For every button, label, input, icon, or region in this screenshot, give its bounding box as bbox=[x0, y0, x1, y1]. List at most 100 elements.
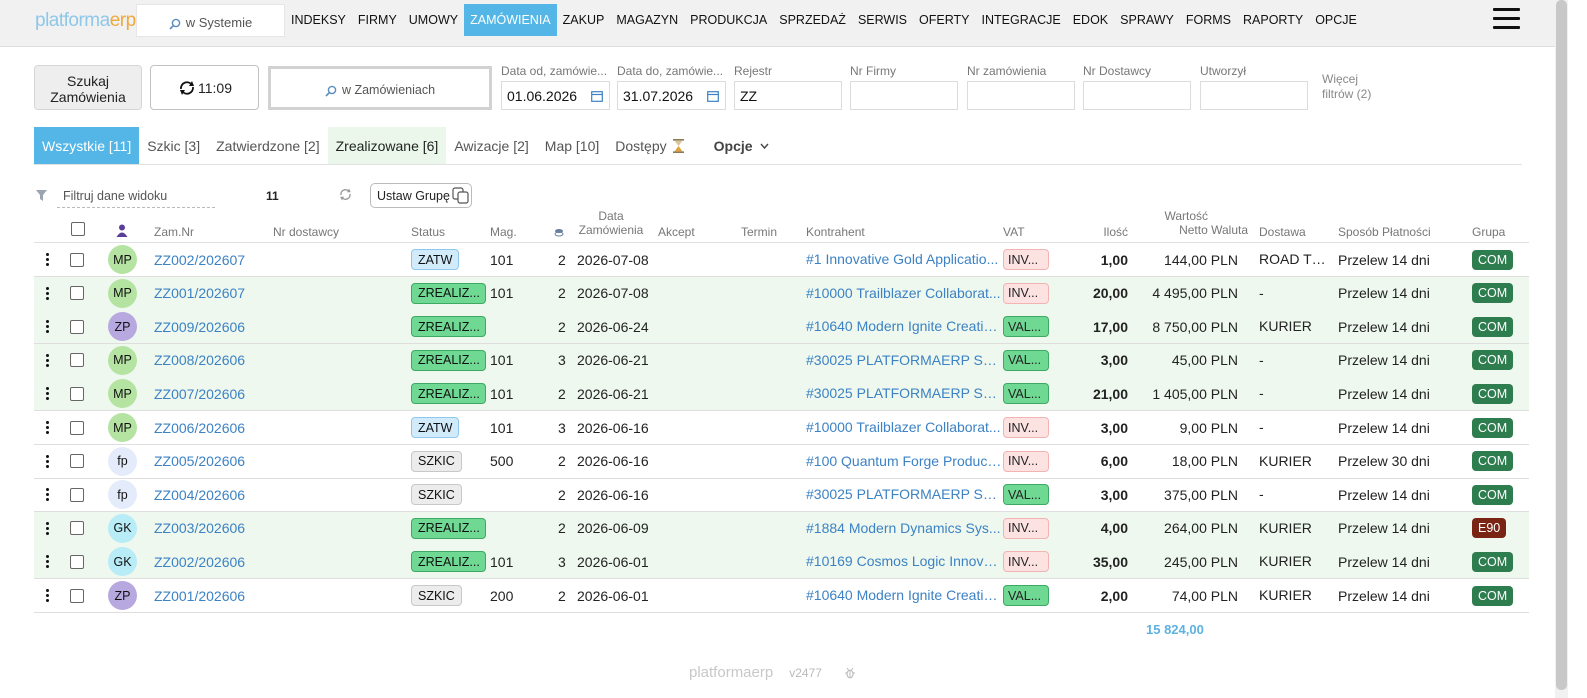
stack-icon[interactable] bbox=[554, 226, 564, 240]
nav-item-8[interactable]: SERWIS bbox=[852, 4, 913, 36]
row-checkbox[interactable] bbox=[70, 377, 84, 410]
contractor-link[interactable]: #30025 PLATFORMAERP SP... bbox=[806, 344, 1002, 377]
row-menu-icon[interactable] bbox=[46, 411, 50, 444]
contractor-link[interactable]: #1 Innovative Gold Applicatio... bbox=[806, 243, 1002, 276]
group-badge[interactable]: COM bbox=[1472, 417, 1514, 438]
scrollbar-thumb[interactable] bbox=[1556, 0, 1567, 690]
row-checkbox[interactable] bbox=[70, 310, 84, 343]
nav-item-14[interactable]: RAPORTY bbox=[1237, 4, 1309, 36]
col-platnosc[interactable]: Sposób Płatności bbox=[1338, 225, 1431, 239]
avatar[interactable]: GK bbox=[108, 513, 137, 543]
order-number-link[interactable]: ZZ008/202606 bbox=[154, 344, 245, 377]
row-menu-icon[interactable] bbox=[46, 545, 50, 578]
row-checkbox[interactable] bbox=[70, 579, 84, 612]
group-badge[interactable]: COM bbox=[1472, 551, 1514, 572]
nav-item-4[interactable]: ZAKUP bbox=[557, 4, 611, 36]
col-zam-nr[interactable]: Zam.Nr bbox=[154, 225, 194, 239]
table-row[interactable]: ZP ZZ001/202606 SZKIC 200 2 2026-06-01 #10640 … bbox=[34, 579, 1529, 613]
col-grupa[interactable]: Grupa bbox=[1472, 225, 1505, 239]
set-group-button[interactable]: Ustaw Grupę bbox=[370, 183, 472, 208]
contractor-link[interactable]: #10169 Cosmos Logic Innova... bbox=[806, 545, 1002, 578]
order-number-link[interactable]: ZZ002/202606 bbox=[154, 545, 245, 578]
row-menu-icon[interactable] bbox=[46, 445, 50, 478]
tab-5[interactable]: Map [10] bbox=[537, 127, 607, 165]
col-dostawa[interactable]: Dostawa bbox=[1259, 225, 1306, 239]
order-number-link[interactable]: ZZ005/202606 bbox=[154, 445, 245, 478]
view-filter-input[interactable]: Filtruj dane widoku bbox=[57, 186, 215, 208]
table-row[interactable]: MP ZZ007/202606 ZREALIZ... 101 2 2026-06-21 #3… bbox=[34, 377, 1529, 412]
contractor-link[interactable]: #100 Quantum Forge Product... bbox=[806, 445, 1002, 478]
date-to-input[interactable]: 31.07.2026 bbox=[617, 81, 726, 110]
row-checkbox[interactable] bbox=[70, 478, 84, 511]
row-checkbox[interactable] bbox=[70, 344, 84, 377]
nav-item-12[interactable]: SPRAWY bbox=[1114, 4, 1180, 36]
more-filters-link[interactable]: Więcej filtrów (2) bbox=[1322, 72, 1371, 102]
avatar[interactable]: fp bbox=[108, 446, 137, 476]
contractor-link[interactable]: #10640 Modern Ignite Creatio... bbox=[806, 310, 1002, 343]
date-from-input[interactable]: 01.06.2026 bbox=[501, 81, 610, 110]
row-checkbox[interactable] bbox=[70, 243, 84, 276]
select-all-checkbox[interactable] bbox=[71, 222, 85, 239]
bug-icon[interactable] bbox=[844, 667, 856, 679]
row-menu-icon[interactable] bbox=[46, 478, 50, 511]
contractor-link[interactable]: #30025 PLATFORMAERP SP... bbox=[806, 377, 1002, 410]
order-number-link[interactable]: ZZ003/202606 bbox=[154, 512, 245, 545]
group-badge[interactable]: COM bbox=[1472, 283, 1514, 304]
col-wartosc[interactable]: Wartość Netto Waluta bbox=[1144, 209, 1248, 237]
table-row[interactable]: ZP ZZ009/202606 ZREALIZ... 2 2026-06-24 #1064… bbox=[34, 310, 1529, 345]
tab-2[interactable]: Zatwierdzone [2] bbox=[208, 127, 328, 165]
avatar[interactable]: fp bbox=[108, 480, 137, 510]
avatar[interactable]: MP bbox=[108, 278, 137, 308]
group-badge[interactable]: E90 bbox=[1472, 518, 1507, 539]
system-search-input[interactable]: w Systemie bbox=[136, 4, 285, 37]
nav-item-0[interactable]: INDEKSY bbox=[285, 4, 352, 36]
calendar-icon[interactable] bbox=[707, 90, 719, 102]
group-badge[interactable]: COM bbox=[1472, 451, 1514, 472]
nav-item-15[interactable]: OPCJE bbox=[1309, 4, 1363, 36]
order-number-link[interactable]: ZZ004/202606 bbox=[154, 478, 245, 511]
avatar[interactable]: GK bbox=[108, 547, 137, 577]
row-checkbox[interactable] bbox=[70, 277, 84, 310]
tab-options-dropdown[interactable]: Opcje bbox=[706, 127, 777, 165]
col-status[interactable]: Status bbox=[411, 225, 445, 239]
nav-item-9[interactable]: OFERTY bbox=[913, 4, 975, 36]
group-badge[interactable]: COM bbox=[1472, 316, 1514, 337]
calendar-icon[interactable] bbox=[591, 90, 603, 102]
table-row[interactable]: MP ZZ006/202606 ZATW 101 3 2026-06-16 #10000 T… bbox=[34, 411, 1529, 445]
order-number-link[interactable]: ZZ007/202606 bbox=[154, 377, 245, 410]
col-mag[interactable]: Mag. bbox=[490, 225, 517, 239]
order-number-link[interactable]: ZZ006/202606 bbox=[154, 411, 245, 444]
row-menu-icon[interactable] bbox=[46, 377, 50, 410]
col-termin[interactable]: Termin bbox=[741, 225, 777, 239]
order-number-link[interactable]: ZZ009/202606 bbox=[154, 310, 245, 343]
table-row[interactable]: GK ZZ002/202606 ZREALIZ... 101 3 2026-06-01 #1… bbox=[34, 545, 1529, 580]
supplier-number-input[interactable] bbox=[1083, 81, 1191, 110]
order-number-link[interactable]: ZZ002/202607 bbox=[154, 243, 245, 276]
nav-item-3[interactable]: ZAMÓWIENIA bbox=[464, 4, 557, 36]
col-supplier-nr[interactable]: Nr dostawcy bbox=[273, 225, 339, 239]
nav-item-10[interactable]: INTEGRACJE bbox=[976, 4, 1067, 36]
nav-item-2[interactable]: UMOWY bbox=[403, 4, 464, 36]
order-number-link[interactable]: ZZ001/202606 bbox=[154, 579, 245, 612]
contractor-link[interactable]: #10640 Modern Ignite Creatio... bbox=[806, 579, 1002, 612]
nav-item-6[interactable]: PRODUKCJA bbox=[684, 4, 773, 36]
hamburger-menu-icon[interactable] bbox=[1493, 8, 1520, 30]
table-row[interactable]: fp ZZ004/202606 SZKIC 2 2026-06-16 #30025 PLA… bbox=[34, 478, 1529, 513]
tab-0[interactable]: Wszystkie [11] bbox=[34, 127, 140, 165]
order-number-input[interactable] bbox=[967, 81, 1075, 110]
avatar[interactable]: ZP bbox=[108, 581, 137, 610]
group-badge[interactable]: COM bbox=[1472, 484, 1514, 505]
order-number-link[interactable]: ZZ001/202607 bbox=[154, 277, 245, 310]
avatar[interactable]: ZP bbox=[108, 312, 137, 342]
row-menu-icon[interactable] bbox=[46, 277, 50, 310]
avatar[interactable]: MP bbox=[108, 245, 137, 274]
row-checkbox[interactable] bbox=[70, 512, 84, 545]
col-akcept[interactable]: Akcept bbox=[658, 225, 695, 239]
row-checkbox[interactable] bbox=[70, 445, 84, 478]
app-logo[interactable]: platformaerp bbox=[35, 10, 136, 32]
table-row[interactable]: MP ZZ002/202607 ZATW 101 2 2026-07-08 #1 Innov… bbox=[34, 243, 1529, 277]
table-row[interactable]: fp ZZ005/202606 SZKIC 500 2 2026-06-16 #100 Qu… bbox=[34, 445, 1529, 479]
avatar[interactable]: MP bbox=[108, 345, 137, 375]
group-badge[interactable]: COM bbox=[1472, 350, 1514, 371]
page-scrollbar[interactable] bbox=[1555, 0, 1568, 698]
